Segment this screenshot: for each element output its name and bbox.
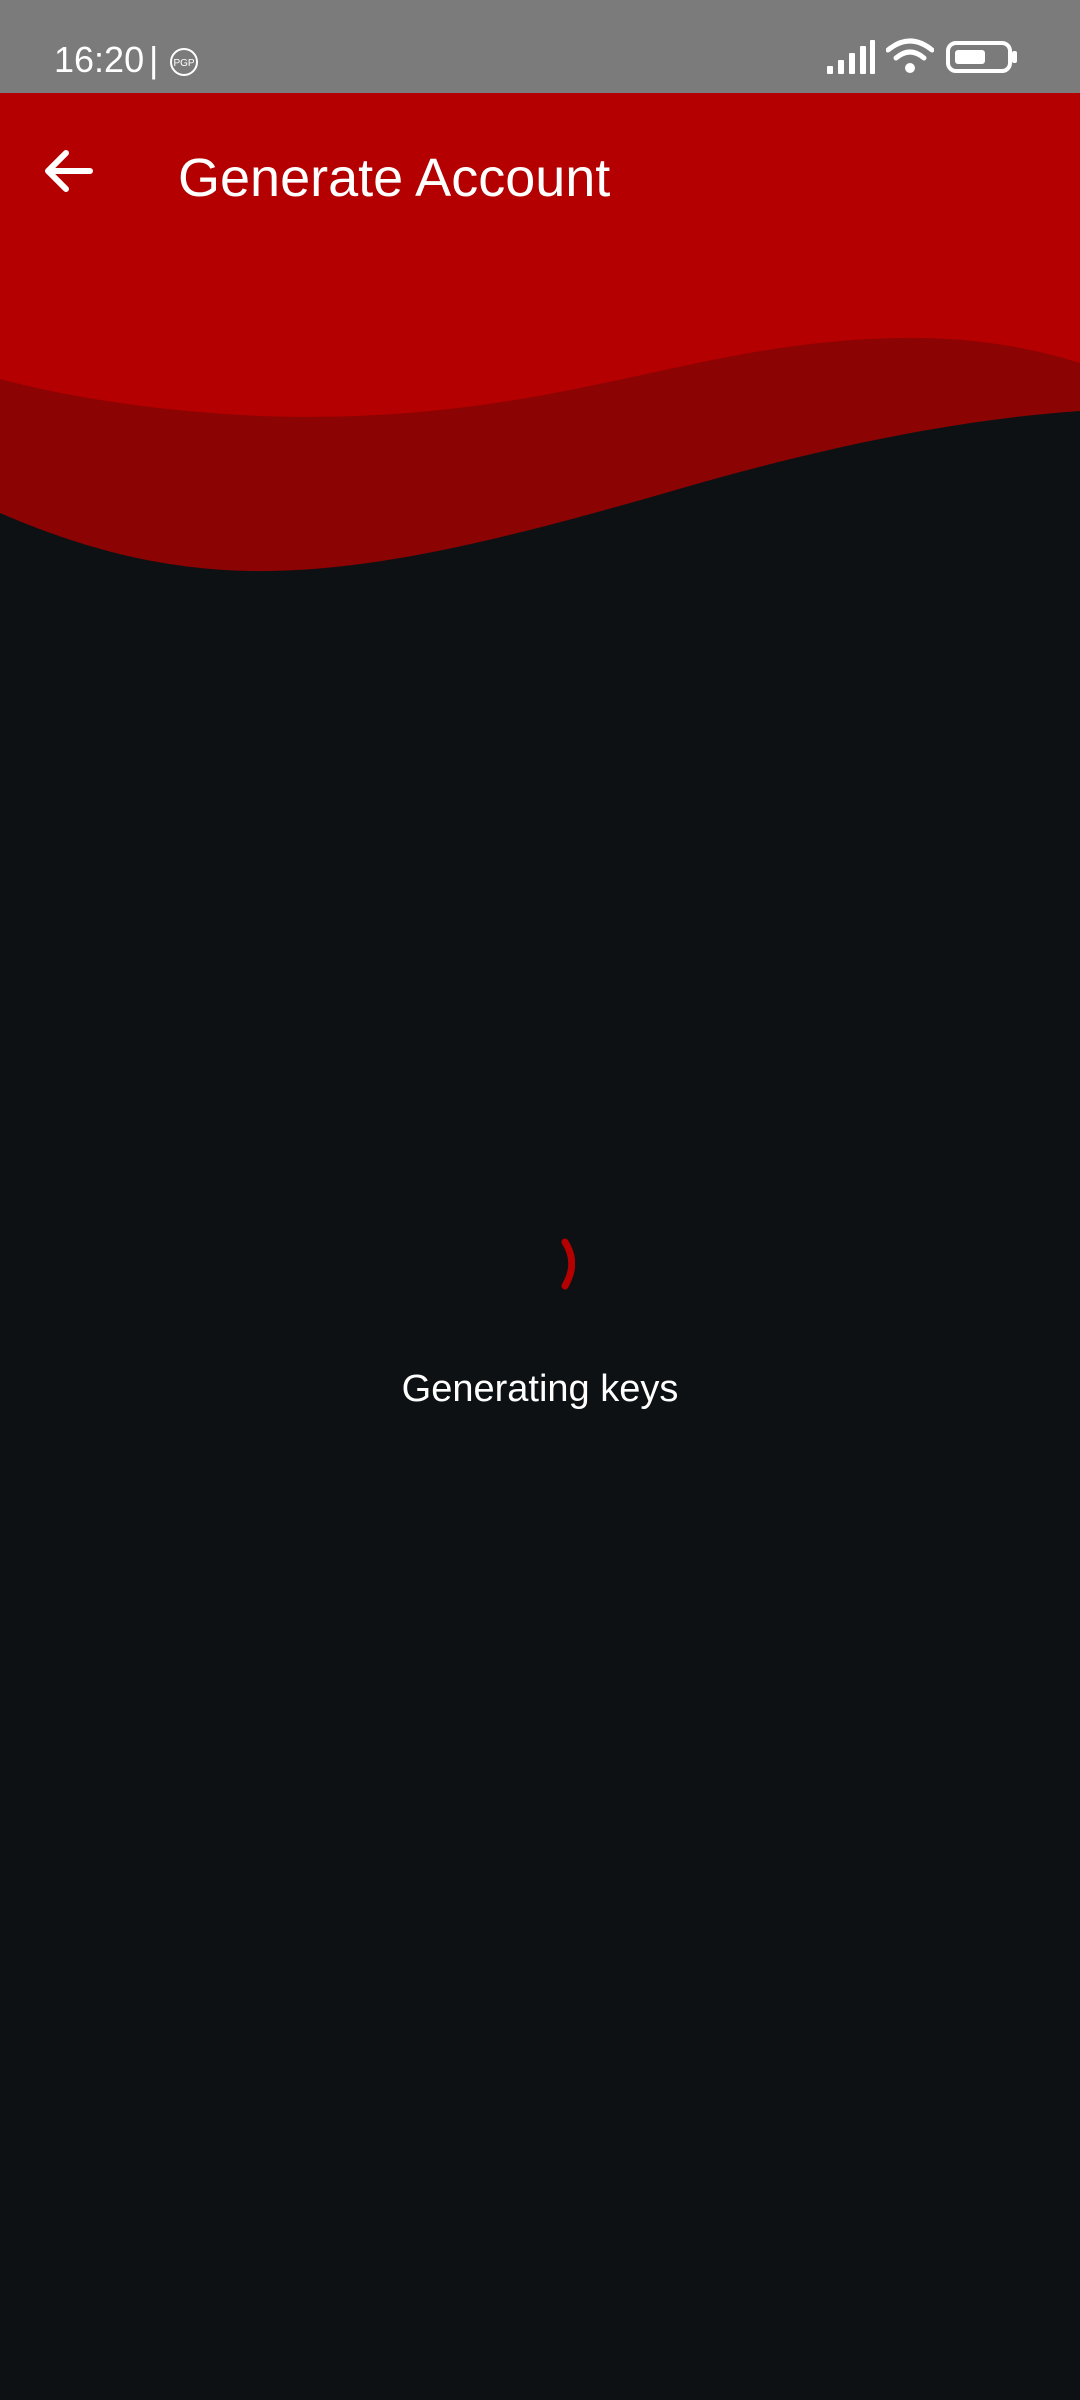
back-button[interactable]: [28, 131, 108, 211]
screen: 16:20 | PGP Generate Account Generating …: [0, 0, 1080, 2400]
pgp-icon-text: PGP: [173, 58, 194, 69]
arrow-back-icon: [45, 150, 93, 192]
status-separator: |: [149, 39, 159, 80]
signal-icon: [827, 40, 875, 74]
wifi-icon: [886, 38, 934, 73]
battery-icon: [946, 41, 1017, 73]
loading-label: Generating keys: [401, 1368, 679, 1410]
app-bar: Generate Account: [0, 93, 1080, 257]
status-bar: 16:20 | PGP: [0, 0, 1080, 93]
pgp-icon: PGP: [170, 48, 198, 76]
status-time: 16:20: [54, 39, 145, 80]
page-title: Generate Account: [178, 148, 611, 208]
loading-spinner: [561, 1238, 575, 1290]
